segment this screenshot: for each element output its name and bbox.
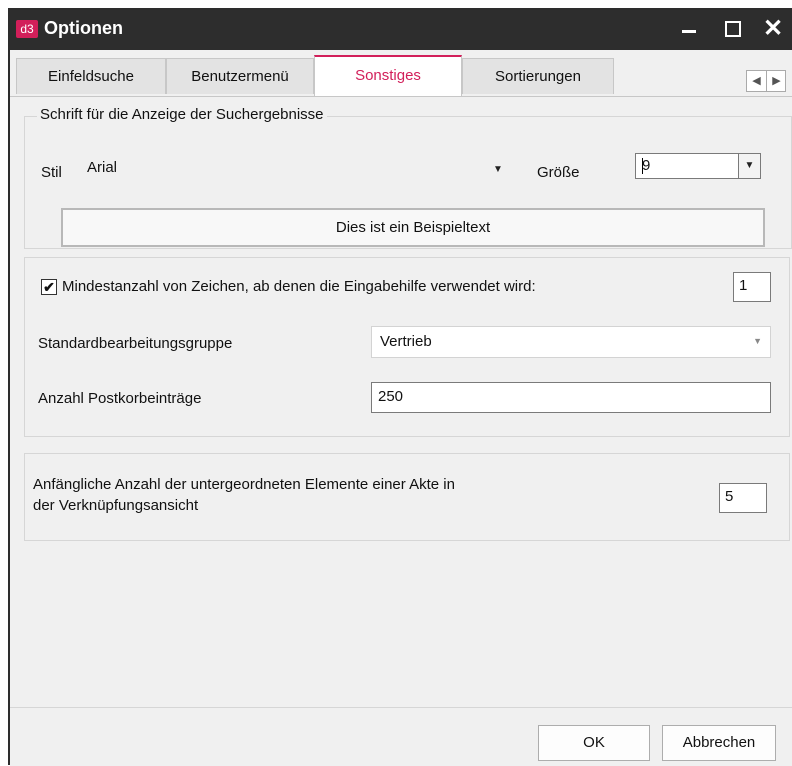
link-view-label-line1: Anfängliche Anzahl der untergeordneten E… [33, 476, 455, 493]
min-chars-input[interactable]: 1 [733, 272, 771, 302]
close-icon[interactable]: ✕ [758, 16, 788, 42]
tab-benutzermenue[interactable]: Benutzermenü [166, 58, 314, 94]
style-value[interactable]: Arial [87, 159, 117, 176]
font-group-legend: Schrift für die Anzeige der Suchergebnis… [37, 106, 327, 123]
tab-scroll-right-icon[interactable]: ▶ [767, 71, 786, 91]
footer-divider [10, 707, 792, 708]
title-bar[interactable]: d3 Optionen ✕ [10, 8, 792, 50]
style-dropdown-icon[interactable]: ▼ [493, 164, 503, 175]
tab-strip: Einfeldsuche Benutzermenü Sonstiges Sort… [10, 50, 792, 96]
tab-sonstiges[interactable]: Sonstiges [314, 55, 462, 96]
link-view-input[interactable]: 5 [719, 483, 767, 513]
default-group-value: Vertrieb [380, 333, 432, 350]
cancel-button[interactable]: Abbrechen [662, 725, 776, 761]
font-group: Schrift für die Anzeige der Suchergebnis… [24, 106, 792, 249]
size-label: Größe [537, 164, 580, 181]
postbox-input[interactable]: 250 [371, 382, 771, 413]
minimize-icon[interactable] [674, 16, 704, 42]
style-label: Stil [41, 164, 62, 181]
min-chars-label: Mindestanzahl von Zeichen, ab denen die … [62, 278, 536, 295]
ok-button[interactable]: OK [538, 725, 650, 761]
tab-scroll-left-icon[interactable]: ◀ [747, 71, 767, 91]
maximize-icon[interactable] [718, 16, 748, 42]
min-chars-checkbox[interactable]: ✔ [41, 279, 57, 295]
tab-content-sonstiges: Schrift für die Anzeige der Suchergebnis… [10, 96, 792, 766]
tab-einfeldsuche[interactable]: Einfeldsuche [16, 58, 166, 94]
tab-sortierungen[interactable]: Sortierungen [462, 58, 614, 94]
sample-text-button[interactable]: Dies ist ein Beispieltext [61, 208, 765, 247]
default-group-select[interactable]: Vertrieb ▼ [371, 326, 771, 358]
tab-scroll-buttons: ◀ ▶ [746, 70, 786, 92]
link-view-panel: Anfängliche Anzahl der untergeordneten E… [24, 453, 790, 541]
link-view-label-line2: der Verknüpfungsansicht [33, 497, 199, 514]
default-group-dropdown-icon[interactable]: ▼ [753, 336, 762, 346]
input-settings-panel: ✔ Mindestanzahl von Zeichen, ab denen di… [24, 257, 790, 437]
size-select[interactable]: 9 ▼ [635, 153, 761, 179]
options-dialog: d3 Optionen ✕ Einfeldsuche Benutzermenü … [8, 8, 792, 766]
size-dropdown-icon[interactable]: ▼ [738, 154, 760, 178]
size-value: 9 [642, 157, 651, 174]
default-group-label: Standardbearbeitungsgruppe [38, 335, 233, 352]
postbox-label: Anzahl Postkorbeinträge [38, 390, 202, 407]
window-title: Optionen [44, 18, 123, 38]
d3-logo-icon: d3 [16, 20, 38, 38]
